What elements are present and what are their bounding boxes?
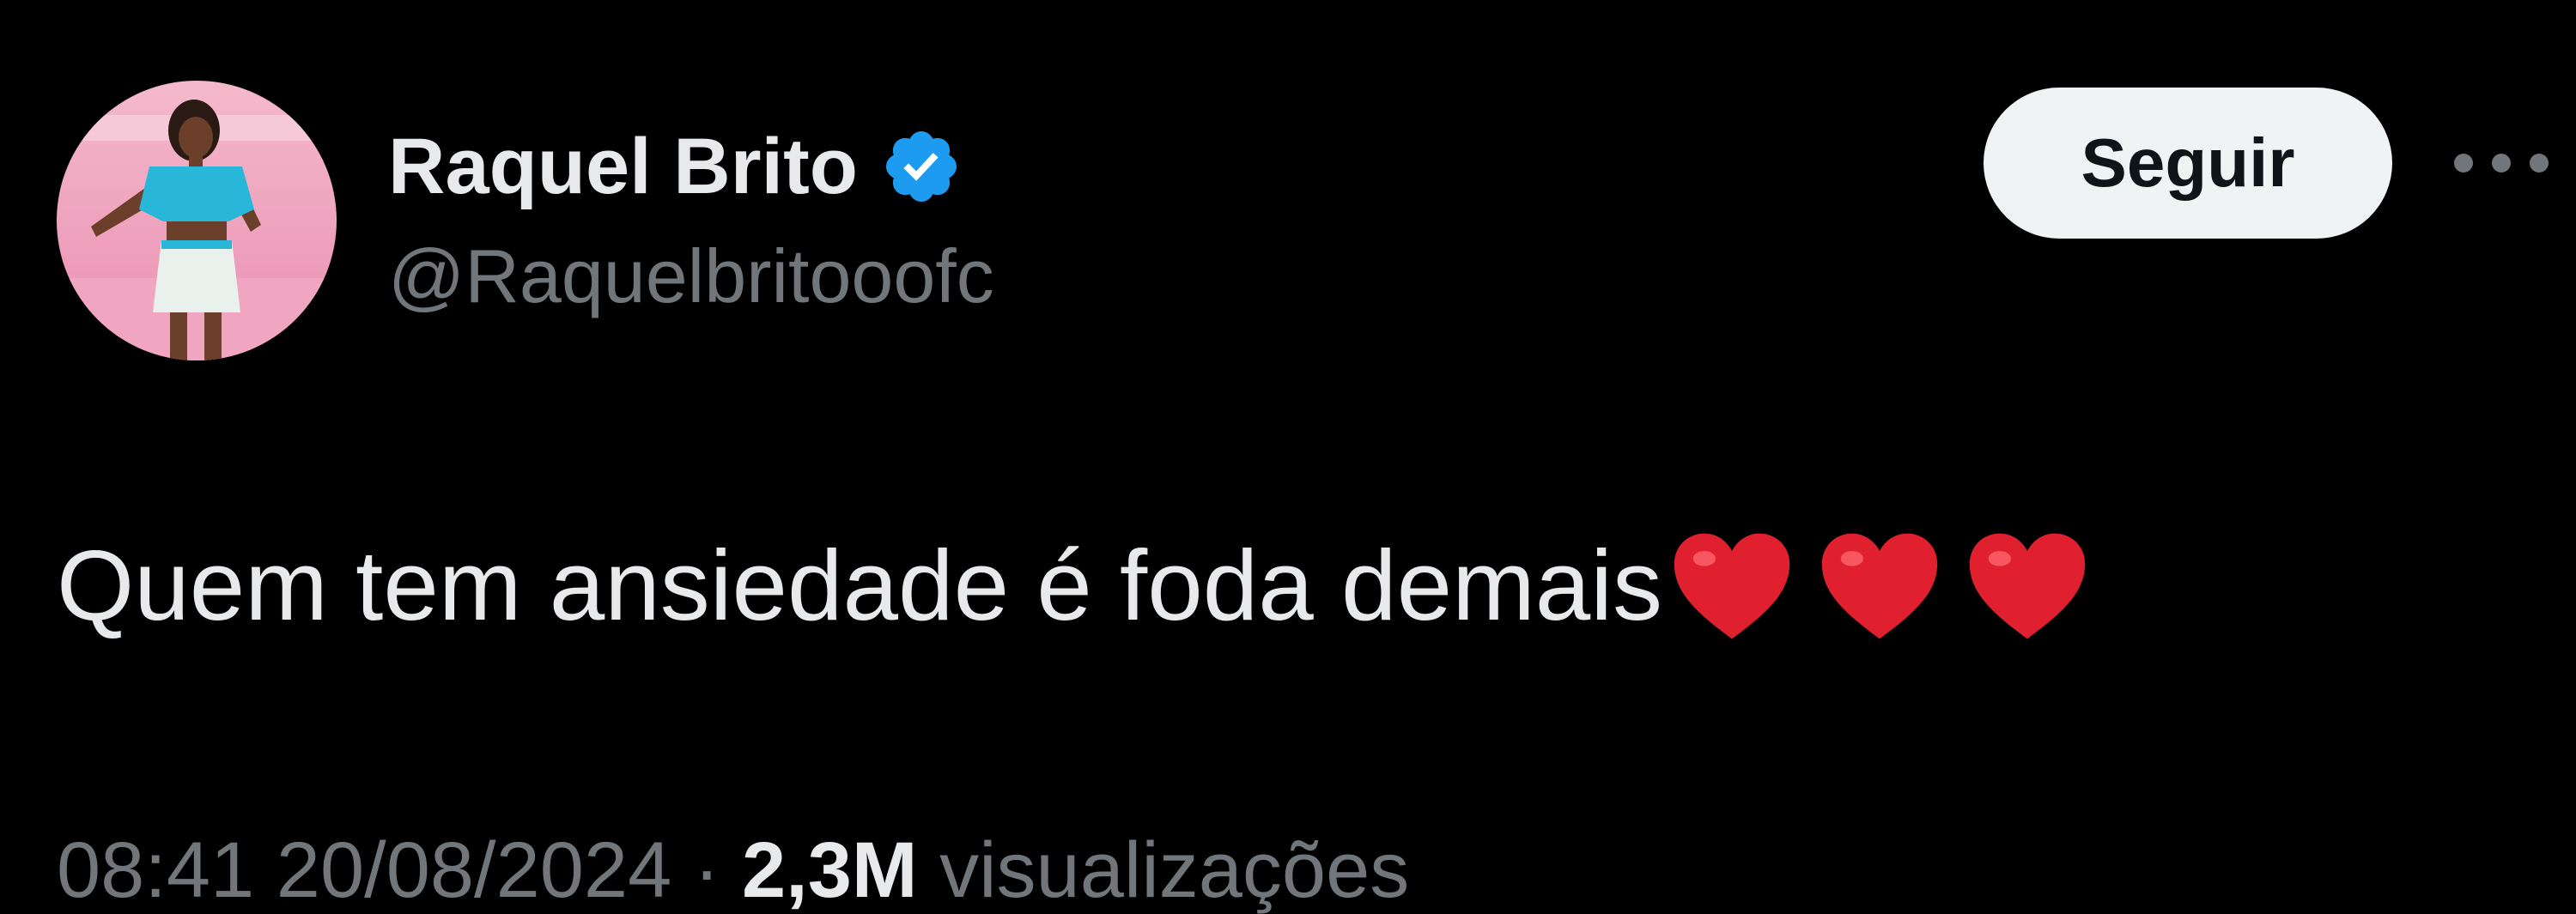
tweet-text-content: Quem tem ansiedade é foda demais (57, 530, 1662, 642)
follow-button[interactable]: Seguir (1984, 88, 2392, 239)
red-heart-icon (1674, 533, 1790, 639)
more-dot (2530, 154, 2549, 173)
meta-separator: · (693, 826, 720, 914)
red-heart-icon (1969, 533, 2086, 639)
tweet-meta: 08:41 20/08/2024 · 2,3M visualizações (57, 831, 1409, 910)
emoji-group (1669, 524, 2090, 649)
more-horizontal-icon[interactable] (2454, 146, 2549, 180)
avatar-photo (57, 81, 337, 360)
more-dot (2492, 154, 2511, 173)
verified-badge-icon[interactable] (880, 125, 963, 208)
views-label: visualizações (939, 826, 1410, 914)
views-count: 2,3M (742, 826, 918, 914)
red-heart-icon (1821, 533, 1938, 639)
avatar[interactable] (57, 81, 337, 360)
more-dot (2454, 154, 2473, 173)
author-display-name[interactable]: Raquel Brito (388, 127, 858, 206)
tweet-date[interactable]: 20/08/2024 (276, 826, 671, 914)
tweet-text: Quem tem ansiedade é foda demais (57, 524, 2090, 649)
tweet-time[interactable]: 08:41 (57, 826, 254, 914)
tweet-card: Raquel Brito @Raquelbritooofc Seguir Que… (0, 0, 2576, 910)
author-name-row: Raquel Brito (388, 115, 963, 218)
author-handle[interactable]: @Raquelbritooofc (388, 239, 994, 314)
